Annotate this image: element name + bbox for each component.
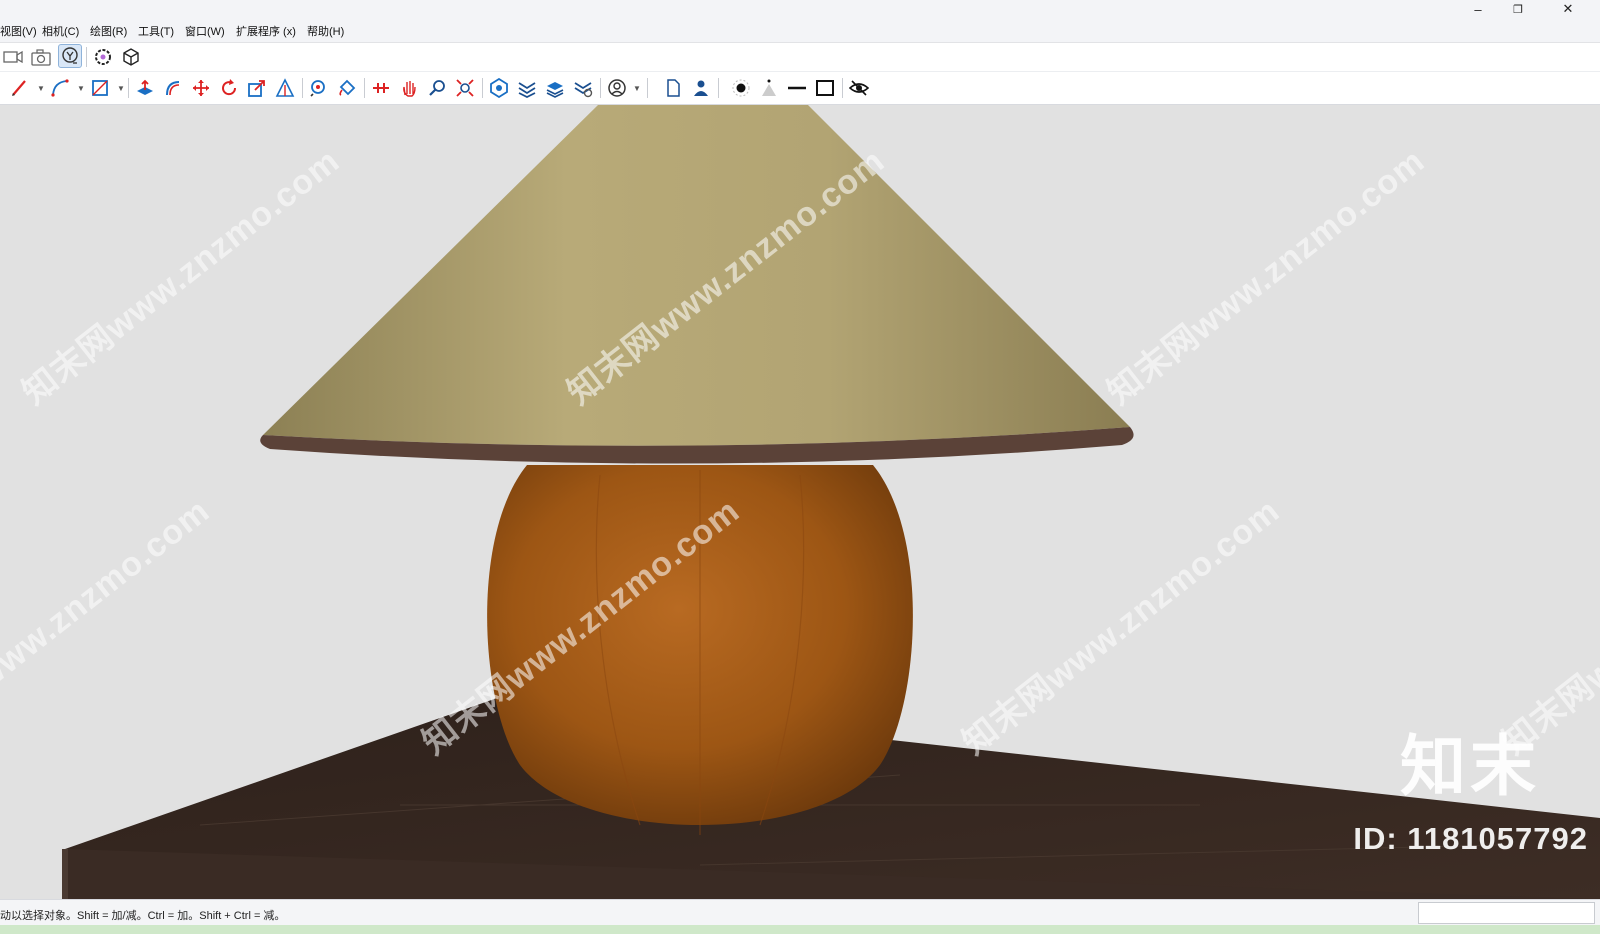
- user-circle-icon[interactable]: [605, 76, 629, 100]
- orbit-select-icon[interactable]: [58, 44, 82, 68]
- taskbar-strip: [0, 925, 1600, 934]
- lamp-shade: [260, 105, 1134, 464]
- layers-icon[interactable]: [515, 76, 539, 100]
- hide-eye-icon[interactable]: [847, 76, 871, 100]
- toolbar-row-2: ▼ ▼ ▼ ▼: [0, 72, 1600, 105]
- chevron-down-icon[interactable]: ▼: [77, 84, 85, 93]
- cone-icon[interactable]: [757, 76, 781, 100]
- menu-draw[interactable]: 绘图(R): [90, 23, 127, 39]
- status-bar: 动以选择对象。Shift = 加/减。Ctrl = 加。Shift + Ctrl…: [0, 899, 1600, 926]
- lamp-scene: [62, 105, 1600, 899]
- offset-icon[interactable]: [273, 76, 297, 100]
- tape-measure-icon[interactable]: [307, 76, 331, 100]
- toolbar-separator: [364, 78, 365, 98]
- model-viewport[interactable]: 知末网www.znzmo.com 知末网www.znzmo.com 知末网www…: [0, 105, 1600, 899]
- close-button[interactable]: ✕: [1548, 0, 1588, 18]
- toolbar-separator: [842, 78, 843, 98]
- menu-bar: 视图(V) 相机(C) 绘图(R) 工具(T) 窗口(W) 扩展程序 (x) 帮…: [0, 18, 1600, 43]
- video-camera-icon[interactable]: [1, 45, 25, 69]
- solid-tools-icon[interactable]: [487, 76, 511, 100]
- arc-icon[interactable]: [48, 76, 72, 100]
- menu-help[interactable]: 帮助(H): [307, 23, 344, 39]
- toolbar-separator: [718, 78, 719, 98]
- toolbar-separator: [128, 78, 129, 98]
- title-bar: – ❐ ✕: [0, 0, 1600, 18]
- rectangle-icon[interactable]: [88, 76, 112, 100]
- box-3d-icon[interactable]: [119, 45, 143, 69]
- chevron-down-icon[interactable]: ▼: [37, 84, 45, 93]
- toolbar-separator: [302, 78, 303, 98]
- chevron-down-icon[interactable]: ▼: [117, 84, 125, 93]
- push-pull-icon[interactable]: [133, 76, 157, 100]
- scale-icon[interactable]: [245, 76, 269, 100]
- measurements-input[interactable]: [1418, 902, 1595, 924]
- follow-me-icon[interactable]: [161, 76, 185, 100]
- toolbar-separator: [482, 78, 483, 98]
- znzmo-logo: 知末: [1400, 729, 1540, 803]
- menu-tools[interactable]: 工具(T): [138, 23, 174, 39]
- model-id-label: ID: 1181057792: [1353, 821, 1588, 856]
- paint-bucket-icon[interactable]: [335, 76, 359, 100]
- menu-extensions[interactable]: 扩展程序 (x): [236, 23, 296, 39]
- chevron-down-icon[interactable]: ▼: [633, 84, 641, 93]
- person-icon[interactable]: [689, 76, 713, 100]
- zoom-icon[interactable]: [425, 76, 449, 100]
- square-icon[interactable]: [813, 76, 837, 100]
- menu-window[interactable]: 窗口(W): [185, 23, 225, 39]
- toolbar-separator: [86, 47, 87, 67]
- page-icon[interactable]: [661, 76, 685, 100]
- toolbar-separator: [647, 78, 648, 98]
- gear-flower-icon[interactable]: [91, 45, 115, 69]
- toolbar-row-1: [0, 43, 1600, 72]
- dot-icon[interactable]: [729, 76, 753, 100]
- line-icon[interactable]: [785, 76, 809, 100]
- zoom-extents-icon[interactable]: [453, 76, 477, 100]
- sketchup-window: – ❐ ✕ 视图(V) 相机(C) 绘图(R) 工具(T) 窗口(W) 扩展程序…: [0, 0, 1600, 934]
- move-icon[interactable]: [189, 76, 213, 100]
- menu-view[interactable]: 视图(V): [0, 23, 37, 39]
- toolbar-separator: [600, 78, 601, 98]
- menu-camera[interactable]: 相机(C): [42, 23, 79, 39]
- walk-icon[interactable]: [369, 76, 393, 100]
- lamp-base: [487, 465, 913, 835]
- status-hint-text: 动以选择对象。Shift = 加/减。Ctrl = 加。Shift + Ctrl…: [0, 910, 286, 922]
- restore-button[interactable]: ❐: [1498, 0, 1538, 18]
- pencil-icon[interactable]: [8, 76, 32, 100]
- minimize-button[interactable]: –: [1458, 0, 1498, 18]
- photo-camera-icon[interactable]: [29, 45, 53, 69]
- pan-hand-icon[interactable]: [397, 76, 421, 100]
- rotate-icon[interactable]: [217, 76, 241, 100]
- components-icon[interactable]: [571, 76, 595, 100]
- stack-icon[interactable]: [543, 76, 567, 100]
